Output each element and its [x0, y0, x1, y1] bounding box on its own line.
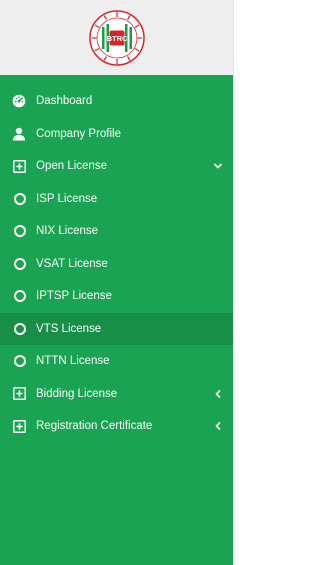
sidebar-item-open-license[interactable]: Open License	[0, 150, 233, 183]
sidebar-item-bidding-license[interactable]: Bidding License	[0, 378, 233, 411]
sidebar-item-label: NTTN License	[36, 355, 110, 368]
dashboard-icon	[12, 94, 26, 108]
sidebar-item-dashboard[interactable]: Dashboard	[0, 85, 233, 118]
chevron-left-icon[interactable]	[213, 421, 223, 431]
plus-square-icon	[12, 387, 26, 401]
circle-icon	[13, 322, 27, 336]
sidebar-item-label: Open License	[36, 160, 107, 173]
btrc-logo[interactable]: BTRC	[87, 8, 147, 68]
user-icon	[12, 127, 26, 141]
sidebar-item-isp-license[interactable]: ISP License	[0, 183, 233, 216]
circle-icon	[13, 354, 27, 368]
sidebar-item-label: ISP License	[36, 192, 98, 205]
sidebar-item-company-profile[interactable]: Company Profile	[0, 118, 233, 151]
sidebar-item-label: VTS License	[36, 322, 102, 335]
sidebar-item-iptsp-license[interactable]: IPTSP License	[0, 280, 233, 313]
sidebar-item-label: Company Profile	[36, 127, 122, 140]
circle-icon	[13, 224, 27, 238]
sidebar: BTRC Dashboard Company Profile Open Lice…	[0, 0, 234, 565]
plus-square-icon	[12, 159, 26, 173]
circle-icon	[13, 289, 27, 303]
sidebar-item-registration-certificate[interactable]: Registration Certificate	[0, 410, 233, 443]
sidebar-item-label: NIX License	[36, 225, 99, 238]
sidebar-item-vts-license[interactable]: VTS License	[0, 312, 233, 345]
chevron-down-icon[interactable]	[213, 161, 223, 171]
sidebar-item-nix-license[interactable]: NIX License	[0, 215, 233, 248]
sidebar-item-label: VSAT License	[36, 257, 108, 270]
sidebar-item-vsat-license[interactable]: VSAT License	[0, 248, 233, 281]
plus-square-icon	[12, 419, 26, 433]
sidebar-item-label: Dashboard	[36, 95, 93, 108]
chevron-left-icon[interactable]	[213, 389, 223, 399]
sidebar-item-nttn-license[interactable]: NTTN License	[0, 345, 233, 378]
sidebar-item-label: IPTSP License	[36, 290, 112, 303]
sidebar-item-label: Registration Certificate	[36, 420, 153, 433]
circle-icon	[13, 257, 27, 271]
sidebar-nav: Dashboard Company Profile Open License I…	[0, 75, 233, 565]
logo-area: BTRC	[0, 0, 233, 75]
sidebar-item-label: Bidding License	[36, 387, 118, 400]
logo-text: BTRC	[106, 34, 127, 43]
circle-icon	[13, 192, 27, 206]
